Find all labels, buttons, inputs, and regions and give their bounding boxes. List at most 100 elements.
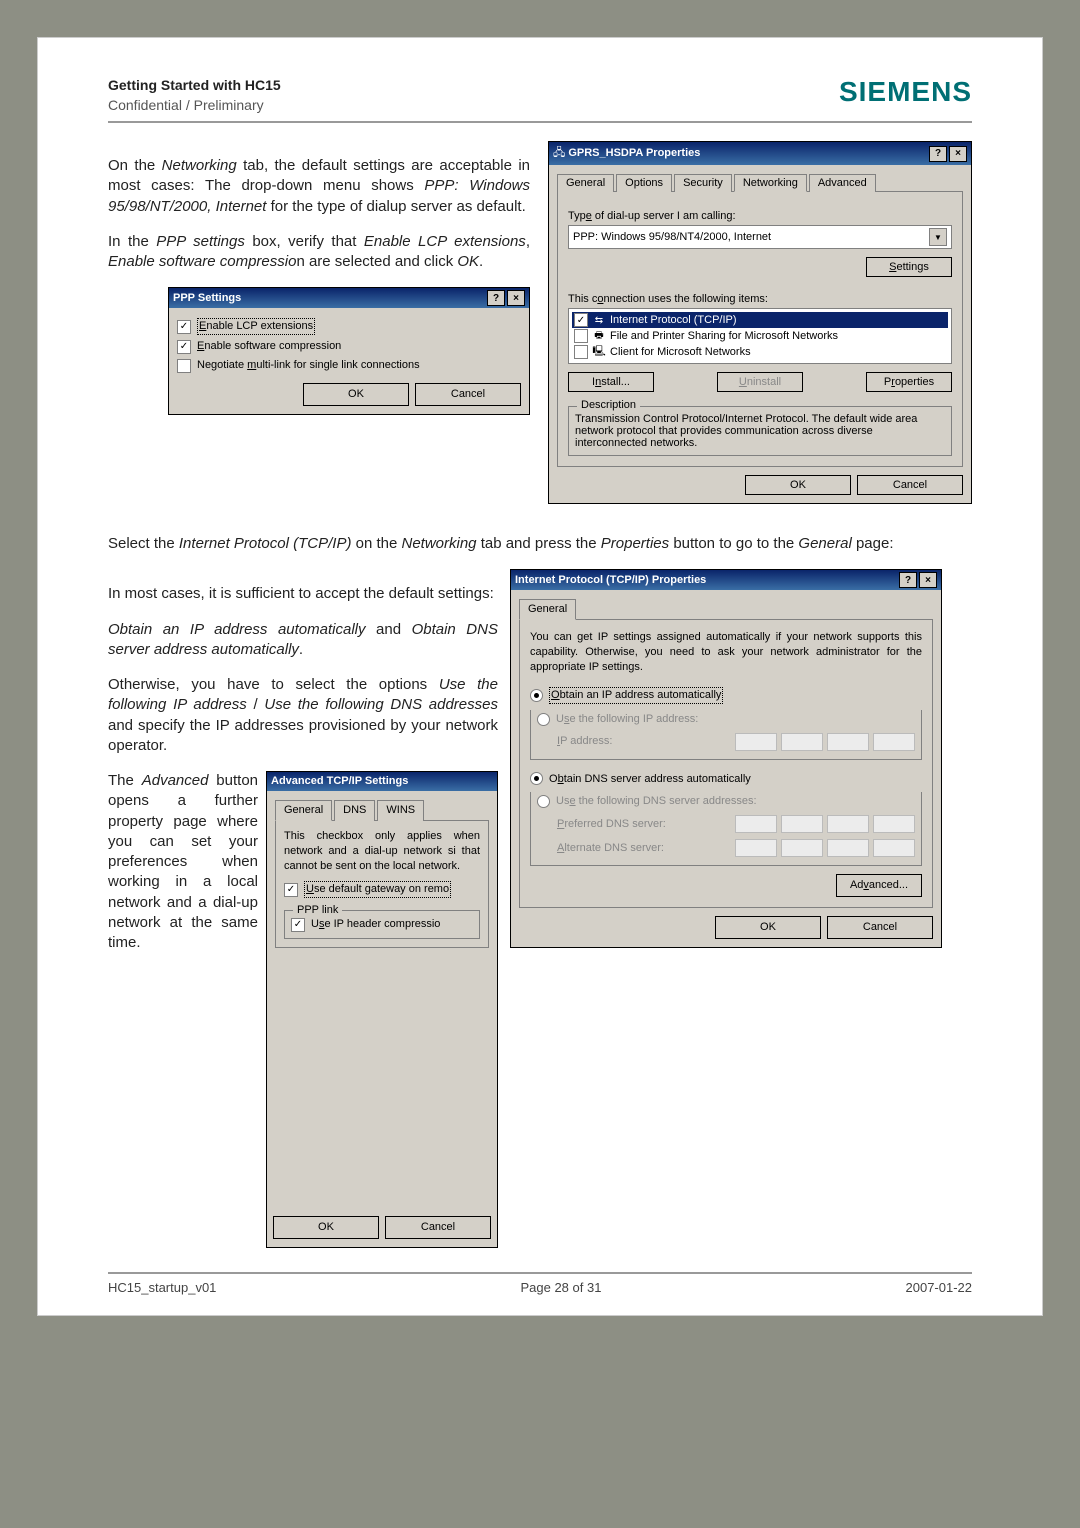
radio[interactable] xyxy=(530,689,543,702)
dlg-title-text: PPP Settings xyxy=(173,291,241,306)
cancel-button[interactable]: Cancel xyxy=(415,383,521,406)
checkbox[interactable]: ✓ xyxy=(177,340,191,354)
cancel-button[interactable]: Cancel xyxy=(385,1216,491,1239)
properties-button[interactable]: Properties xyxy=(866,372,952,392)
dlg-titlebar[interactable]: 🖧 GPRS_HSDPA Properties ? × xyxy=(549,142,971,165)
footer-left: HC15_startup_v01 xyxy=(108,1280,216,1295)
ppp-opt2: Enable software compression xyxy=(197,339,341,354)
ip-input xyxy=(735,839,915,857)
server-type-dropdown[interactable]: PPP: Windows 95/98/NT4/2000, Internet ▼ xyxy=(568,225,952,249)
close-icon[interactable]: × xyxy=(949,146,967,162)
radio[interactable] xyxy=(537,713,550,726)
help-icon[interactable]: ? xyxy=(487,290,505,306)
chevron-down-icon: ▼ xyxy=(929,228,947,246)
close-icon[interactable]: × xyxy=(919,572,937,588)
item-text: Internet Protocol (TCP/IP) xyxy=(610,314,737,326)
paragraph-4: In most cases, it is sufficient to accep… xyxy=(108,584,498,604)
ip-input xyxy=(735,815,915,833)
list-item[interactable]: ✓ ⇆ Internet Protocol (TCP/IP) xyxy=(572,312,948,328)
cancel-button[interactable]: Cancel xyxy=(857,475,963,495)
dlg-title-text: Advanced TCP/IP Settings xyxy=(271,774,408,789)
checkbox[interactable] xyxy=(574,345,588,359)
protocol-icon: ⇆ xyxy=(592,313,606,327)
dlg-titlebar[interactable]: PPP Settings ? × xyxy=(169,288,529,308)
tab-dns[interactable]: DNS xyxy=(334,800,375,821)
item-text: Client for Microsoft Networks xyxy=(610,346,751,358)
tcpip-r4: Use the following DNS server addresses: xyxy=(556,794,757,809)
dlg-titlebar[interactable]: Advanced TCP/IP Settings xyxy=(267,772,497,791)
tabs: General xyxy=(519,598,933,620)
paragraph-2: In the PPP settings box, verify that Ena… xyxy=(108,232,530,273)
paragraph-7: The Advanced button opens a further prop… xyxy=(108,771,258,953)
tcpip-r3: Obtain DNS server address automatically xyxy=(549,772,751,787)
adv-opt2: Use IP header compressio xyxy=(311,917,440,932)
ip-label: IP address: xyxy=(557,734,612,749)
paragraph-6: Otherwise, you have to select the option… xyxy=(108,675,498,756)
radio[interactable] xyxy=(530,772,543,785)
ok-button[interactable]: OK xyxy=(745,475,851,495)
ip-input xyxy=(735,733,915,751)
paragraph-5: Obtain an IP address automatically and O… xyxy=(108,620,498,661)
pref-dns-label: Preferred DNS server: xyxy=(557,817,666,832)
list-item[interactable]: 🖳 Client for Microsoft Networks xyxy=(572,344,948,360)
tab-advanced[interactable]: Advanced xyxy=(809,174,876,192)
tab-options[interactable]: Options xyxy=(616,174,672,192)
adv-opt1: Use default gateway on remo xyxy=(304,881,451,898)
item-text: File and Printer Sharing for Microsoft N… xyxy=(610,330,838,342)
ppp-opt3: Negotiate multi-link for single link con… xyxy=(197,358,420,373)
printer-icon: 🖶 xyxy=(592,329,606,343)
tabs: General DNS WINS xyxy=(275,799,489,821)
ppp-link-label: PPP link xyxy=(293,903,342,918)
checkbox[interactable]: ✓ xyxy=(177,320,191,334)
tab-networking[interactable]: Networking xyxy=(734,174,807,192)
dlg-icon: 🖧 xyxy=(553,147,568,159)
tcpip-properties-dialog: Internet Protocol (TCP/IP) Properties ? … xyxy=(510,569,942,947)
tab-general[interactable]: General xyxy=(557,174,614,192)
ok-button[interactable]: OK xyxy=(303,383,409,406)
ok-button[interactable]: OK xyxy=(273,1216,379,1239)
checkbox[interactable]: ✓ xyxy=(574,313,588,327)
adv-intro: This checkbox only applies when network … xyxy=(284,829,480,874)
components-listbox[interactable]: ✓ ⇆ Internet Protocol (TCP/IP) 🖶 File an… xyxy=(568,308,952,364)
checkbox[interactable] xyxy=(574,329,588,343)
footer-center: Page 28 of 31 xyxy=(520,1280,601,1295)
ok-button[interactable]: OK xyxy=(715,916,821,939)
dlg-title-text: Internet Protocol (TCP/IP) Properties xyxy=(515,573,706,588)
checkbox[interactable] xyxy=(177,359,191,373)
tab-general[interactable]: General xyxy=(519,599,576,620)
tab-general[interactable]: General xyxy=(275,800,332,821)
header-rule xyxy=(108,121,972,123)
description-text: Transmission Control Protocol/Internet P… xyxy=(575,413,945,449)
brand-logo: SIEMENS xyxy=(839,76,972,108)
tab-wins[interactable]: WINS xyxy=(377,800,424,821)
doc-subtitle: Confidential / Preliminary xyxy=(108,96,281,116)
dropdown-value: PPP: Windows 95/98/NT4/2000, Internet xyxy=(573,231,771,243)
tabs: General Options Security Networking Adva… xyxy=(557,173,963,192)
dlg-title-text: GPRS_HSDPA Properties xyxy=(568,147,700,159)
dlg-titlebar[interactable]: Internet Protocol (TCP/IP) Properties ? … xyxy=(511,570,941,590)
advanced-button[interactable]: Advanced... xyxy=(836,874,922,897)
list-item[interactable]: 🖶 File and Printer Sharing for Microsoft… xyxy=(572,328,948,344)
radio[interactable] xyxy=(537,795,550,808)
alt-dns-label: Alternate DNS server: xyxy=(557,841,664,856)
settings-button[interactable]: Settings xyxy=(866,257,952,277)
client-icon: 🖳 xyxy=(592,345,606,359)
paragraph-1: On the Networking tab, the default setti… xyxy=(108,156,530,217)
checkbox[interactable]: ✓ xyxy=(291,918,305,932)
footer-right: 2007-01-22 xyxy=(906,1280,973,1295)
help-icon[interactable]: ? xyxy=(929,146,947,162)
install-button[interactable]: Install... xyxy=(568,372,654,392)
description-label: Description xyxy=(577,399,640,411)
checkbox[interactable]: ✓ xyxy=(284,883,298,897)
close-icon[interactable]: × xyxy=(507,290,525,306)
advanced-tcpip-dialog: Advanced TCP/IP Settings General DNS WIN… xyxy=(266,771,498,1248)
type-label: Type of dial-up server I am calling: xyxy=(568,210,952,222)
tcpip-r2: Use the following IP address: xyxy=(556,712,698,727)
gprs-properties-dialog: 🖧 GPRS_HSDPA Properties ? × General Opti… xyxy=(548,141,972,504)
tab-security[interactable]: Security xyxy=(674,174,732,192)
help-icon[interactable]: ? xyxy=(899,572,917,588)
cancel-button[interactable]: Cancel xyxy=(827,916,933,939)
ppp-opt1: EEnable LCP extensionsnable LCP extensio… xyxy=(197,318,315,335)
paragraph-3: Select the Internet Protocol (TCP/IP) on… xyxy=(108,534,972,554)
uninstall-button: Uninstall xyxy=(717,372,803,392)
